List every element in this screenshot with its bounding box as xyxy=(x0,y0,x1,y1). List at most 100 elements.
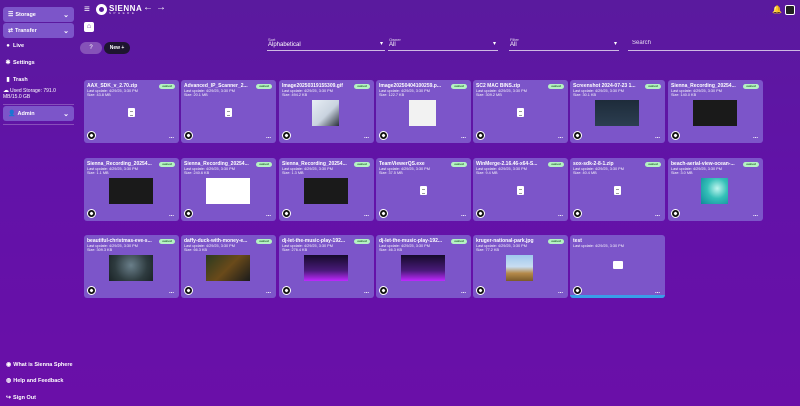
sidebar-item-live[interactable]: ● Live xyxy=(5,43,24,49)
more-options-icon[interactable]: ... xyxy=(558,134,563,140)
file-card[interactable]: Sienna_Recording_20254... Last update: 4/… xyxy=(181,158,276,221)
more-options-icon[interactable]: ... xyxy=(558,212,563,218)
file-card[interactable]: TeamViewerQS.exe Last update: 4/29/25, 3:… xyxy=(376,158,471,221)
status-badge: owned xyxy=(256,84,272,89)
sidebar-admin-toggle[interactable]: 👤 Admin ⌄ xyxy=(3,106,74,121)
filter-value: All xyxy=(510,42,517,48)
file-card[interactable]: sox-sdk-2-8-1.zip Last update: 4/29/25, 3… xyxy=(570,158,665,221)
owner-select[interactable]: Owner All ▾ xyxy=(388,37,498,51)
owner-avatar xyxy=(184,131,193,140)
filter-select[interactable]: Filter All ▾ xyxy=(509,37,619,51)
file-thumbnail xyxy=(206,255,250,281)
search-input[interactable]: Search xyxy=(628,37,800,51)
status-badge: owned xyxy=(256,239,272,244)
file-meta: Last update: 4/29/25, 3:30 PM Size: 20.1 … xyxy=(184,89,235,98)
more-options-icon[interactable]: ... xyxy=(655,134,660,140)
bell-icon[interactable]: 🔔 xyxy=(772,5,782,14)
more-options-icon[interactable]: ... xyxy=(364,289,369,295)
help-button[interactable]: ? xyxy=(80,42,102,54)
status-badge: owned xyxy=(354,84,370,89)
more-options-icon[interactable]: ... xyxy=(364,134,369,140)
hamburger-menu-icon[interactable]: ≡ xyxy=(84,4,90,15)
file-card[interactable]: AAX_SDK_v_2.70.zip Last update: 4/29/25, … xyxy=(84,80,179,143)
file-meta: Last update: 4/29/25, 3:30 PM Size: 122.7… xyxy=(379,89,430,98)
more-options-icon[interactable]: ... xyxy=(169,212,174,218)
info-icon: ◉ xyxy=(6,362,12,368)
sidebar-item-settings[interactable]: ✱ Settings xyxy=(5,59,34,67)
forward-arrow-icon[interactable]: → xyxy=(156,2,166,13)
file-thumbnail xyxy=(701,178,728,204)
back-arrow-icon[interactable]: ← xyxy=(143,2,153,13)
file-icon xyxy=(225,108,232,117)
more-options-icon[interactable]: ... xyxy=(364,212,369,218)
file-card[interactable]: daffy-duck-with-money-e... Last update: 4… xyxy=(181,235,276,298)
home-icon: ⌂ xyxy=(86,23,92,30)
file-icon xyxy=(128,108,135,117)
status-badge: owned xyxy=(451,239,467,244)
file-meta: Last update: 4/29/25, 3:30 PM Size: 276.4… xyxy=(282,244,333,253)
file-thumbnail xyxy=(304,255,348,281)
about-link[interactable]: ◉ What is Sienna Sphere xyxy=(6,361,73,369)
file-card[interactable]: Image20250404100259.p... Last update: 4/2… xyxy=(376,80,471,143)
file-card[interactable]: Advanced_IP_Scanner_2... Last update: 4/2… xyxy=(181,80,276,143)
more-options-icon[interactable]: ... xyxy=(753,212,758,218)
file-meta: Last update: 4/29/25, 3:30 PM Size: 140.0… xyxy=(671,89,722,98)
file-card[interactable]: Sienna_Recording_20254... Last update: 4/… xyxy=(84,158,179,221)
home-button[interactable]: ⌂ xyxy=(84,22,94,32)
more-options-icon[interactable]: ... xyxy=(655,212,660,218)
file-size: Size: 140.0 KB xyxy=(671,93,697,98)
file-card[interactable]: Sienna_Recording_20254... Last update: 4/… xyxy=(668,80,763,143)
file-size: Size: 30.1 KB xyxy=(573,93,597,98)
new-button[interactable]: New + xyxy=(104,42,130,54)
sidebar-storage-toggle[interactable]: ☰ Storage ⌄ xyxy=(3,7,74,22)
owner-avatar xyxy=(282,209,291,218)
status-badge: owned xyxy=(548,239,564,244)
dropdown-arrow-icon: ▾ xyxy=(492,41,496,47)
owner-avatar xyxy=(476,209,485,218)
list-icon: ☰ xyxy=(8,12,14,18)
owner-avatar xyxy=(87,286,96,295)
file-meta: Last update: 4/29/25, 3:30 PM Size: 1.3 M… xyxy=(282,167,333,176)
more-options-icon[interactable]: ... xyxy=(461,289,466,295)
more-options-icon[interactable]: ... xyxy=(753,134,758,140)
file-card[interactable]: beach-aerial-view-ocean-... Last update: … xyxy=(668,158,763,221)
more-options-icon[interactable]: ... xyxy=(169,134,174,140)
more-options-icon[interactable]: ... xyxy=(461,134,466,140)
file-icon xyxy=(420,186,427,195)
status-badge: owned xyxy=(256,162,272,167)
avatar[interactable] xyxy=(785,5,795,15)
more-options-icon[interactable]: ... xyxy=(266,289,271,295)
more-options-icon[interactable]: ... xyxy=(169,289,174,295)
more-options-icon[interactable]: ... xyxy=(558,289,563,295)
file-card[interactable]: Image20250319155309.gif Last update: 4/29… xyxy=(279,80,374,143)
app-logo: SIENNA SPHERE xyxy=(96,4,142,15)
owner-avatar xyxy=(573,209,582,218)
file-card[interactable]: dj-let-the-music-play-192... Last update:… xyxy=(279,235,374,298)
more-options-icon[interactable]: ... xyxy=(461,212,466,218)
file-card[interactable]: Screenshot 2024-07-23 1... Last update: 4… xyxy=(570,80,665,143)
file-thumbnail xyxy=(409,100,436,126)
sidebar-admin-label: Admin xyxy=(17,110,35,117)
sign-out-link[interactable]: ↪ Sign Out xyxy=(6,394,36,402)
selection-bar xyxy=(570,295,665,298)
sidebar-transfer-toggle[interactable]: ⇄ Transfer ⌄ xyxy=(3,23,74,38)
file-card[interactable]: dj-let-the-music-play-192... Last update:… xyxy=(376,235,471,298)
file-last-update: Last update: 4/29/25, 3:30 PM xyxy=(573,244,624,248)
more-options-icon[interactable]: ... xyxy=(266,212,271,218)
help-feedback-label: Help and Feedback xyxy=(13,377,64,384)
file-card[interactable]: WinMerge-2.16.46-x64-S... Last update: 4/… xyxy=(473,158,568,221)
file-card[interactable]: Sienna_Recording_20254... Last update: 4/… xyxy=(279,158,374,221)
sort-select[interactable]: Sort Alphabetical ▾ xyxy=(267,37,385,51)
file-card[interactable]: beautiful-christmas-eve-s... Last update:… xyxy=(84,235,179,298)
file-size: Size: 3.0 MB xyxy=(671,171,693,176)
file-size: Size: 240.6 KB xyxy=(184,171,210,176)
more-options-icon[interactable]: ... xyxy=(266,134,271,140)
owner-avatar xyxy=(184,286,193,295)
status-badge: owned xyxy=(548,162,564,167)
file-card[interactable]: kruger-national-park.jpg Last update: 4/2… xyxy=(473,235,568,298)
file-icon xyxy=(517,186,524,195)
sidebar-item-trash[interactable]: ▮ Trash xyxy=(5,76,27,84)
file-card[interactable]: SC2 MAC BINS.zip Last update: 4/29/25, 3:… xyxy=(473,80,568,143)
file-card[interactable]: test Last update: 4/29/25, 3:30 PM... xyxy=(570,235,665,298)
help-feedback-link[interactable]: ◍ Help and Feedback xyxy=(6,377,64,385)
